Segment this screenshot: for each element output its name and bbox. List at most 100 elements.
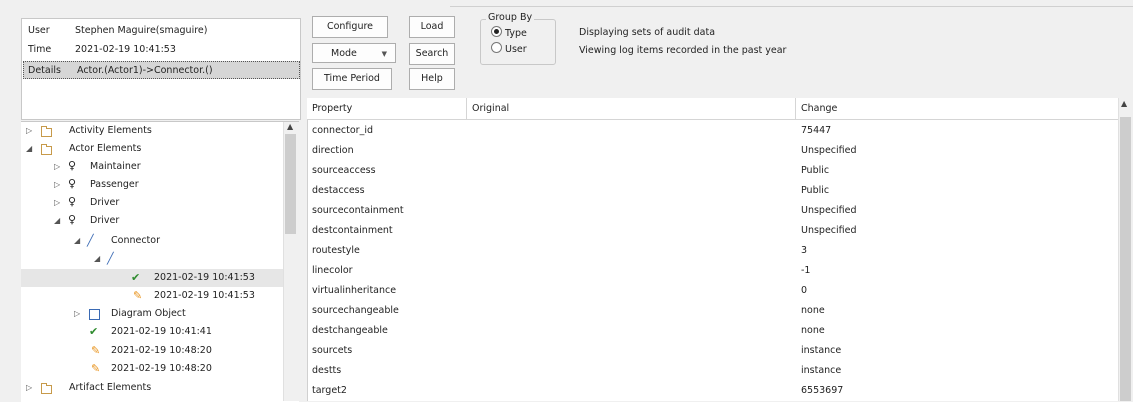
grid-scroll-thumb[interactable] (1120, 117, 1131, 401)
tree-item-label: Activity Elements (69, 125, 152, 136)
property-cell: destaccess (312, 185, 365, 196)
pencil-icon: ✎ (133, 289, 143, 302)
scroll-up-icon[interactable]: ▲ (1121, 99, 1127, 108)
info-user-row: User Stephen Maguire(smaguire) (22, 22, 300, 40)
change-cell: Unspecified (801, 145, 857, 156)
load-button[interactable]: Load (409, 16, 455, 38)
property-cell: routestyle (312, 245, 360, 256)
table-row[interactable]: sourceaccess Public (307, 161, 1118, 181)
user-option-label: User (505, 44, 527, 55)
table-row[interactable]: connector_id 75447 (307, 121, 1118, 141)
actor-icon: ♀ (68, 195, 77, 208)
property-cell: sourcets (312, 345, 353, 356)
search-button[interactable]: Search (409, 43, 455, 65)
tree-item[interactable]: ◢ Actor Elements (21, 140, 283, 158)
tree-item[interactable]: ✎ 2021-02-19 10:48:20 (21, 342, 283, 360)
change-cell: Public (801, 165, 830, 176)
mode-dropdown[interactable]: Mode ▼ (312, 43, 396, 63)
configure-button[interactable]: Configure (312, 16, 388, 38)
property-cell: virtualinheritance (312, 285, 397, 296)
table-row[interactable]: sourcecontainment Unspecified (307, 201, 1118, 221)
property-cell: destts (312, 365, 342, 376)
table-row[interactable]: virtualinheritance 0 (307, 281, 1118, 301)
radio-selected-icon (491, 26, 502, 37)
change-cell: none (801, 325, 825, 336)
expand-icon: ▷ (54, 198, 61, 207)
property-cell: sourceaccess (312, 165, 376, 176)
info-details-row[interactable]: Details Actor.(Actor1)->Connector.() (23, 61, 300, 79)
checkmark-icon: ✔ (131, 271, 141, 284)
expand-icon: ▷ (54, 162, 61, 171)
tree-item[interactable]: ◢ ╱ (21, 250, 283, 268)
table-row[interactable]: direction Unspecified (307, 141, 1118, 161)
tree-item[interactable]: ▷ ♀ Maintainer (21, 158, 283, 176)
change-cell: instance (801, 345, 842, 356)
collapse-icon: ◢ (94, 254, 101, 263)
group-by-title: Group By (486, 12, 535, 23)
time-value: 2021-02-19 10:41:53 (75, 44, 176, 55)
time-period-button[interactable]: Time Period (312, 68, 392, 90)
table-row[interactable]: sourcechangeable none (307, 301, 1118, 321)
actor-icon: ♀ (68, 213, 77, 226)
column-header-property[interactable]: Property (307, 98, 467, 119)
mode-label: Mode (331, 48, 357, 59)
property-cell: direction (312, 145, 354, 156)
table-row[interactable]: sourcets instance (307, 341, 1118, 361)
change-cell: 0 (801, 285, 808, 296)
table-row[interactable]: target2 6553697 (307, 381, 1118, 401)
change-cell: Unspecified (801, 225, 857, 236)
group-by-user-radio[interactable]: User (491, 42, 527, 55)
table-row[interactable]: destchangeable none (307, 321, 1118, 341)
tree-item-label: Driver (90, 197, 120, 208)
type-label: Type (505, 28, 527, 39)
collapse-icon: ◢ (54, 216, 61, 225)
time-label: Time (28, 44, 52, 55)
tree-item[interactable]: ▷ Diagram Object (21, 305, 283, 323)
change-cell: 75447 (801, 125, 832, 136)
user-value: Stephen Maguire(smaguire) (75, 25, 208, 36)
tree-item[interactable]: ✎ 2021-02-19 10:48:20 (21, 360, 283, 378)
tree-item-label: 2021-02-19 10:41:53 (154, 290, 255, 301)
table-row[interactable]: destcontainment Unspecified (307, 221, 1118, 241)
tree-item-label: Connector (111, 235, 160, 246)
tree-item[interactable]: ✎ 2021-02-19 10:41:53 (21, 287, 283, 305)
property-cell: target2 (312, 385, 347, 396)
tree-item-label: Driver (90, 215, 120, 226)
column-header-original[interactable]: Original (467, 98, 796, 119)
tree-scroll-thumb[interactable] (285, 134, 296, 234)
expand-icon: ▷ (74, 309, 81, 318)
change-cell: Public (801, 185, 830, 196)
table-row[interactable]: destaccess Public (307, 181, 1118, 201)
table-row[interactable]: routestyle 3 (307, 241, 1118, 261)
tree-item[interactable]: ▷ ♀ Driver (21, 194, 283, 212)
column-header-change[interactable]: Change (796, 98, 1118, 119)
tree-item[interactable]: ✔ 2021-02-19 10:41:41 (21, 323, 283, 341)
table-row[interactable]: linecolor -1 (307, 261, 1118, 281)
change-cell: instance (801, 365, 842, 376)
folder-icon (41, 126, 52, 137)
tree-item[interactable]: ▷ Artifact Elements (21, 379, 283, 397)
tree-item-label: 2021-02-19 10:41:41 (111, 326, 212, 337)
tree-item[interactable]: ✔ 2021-02-19 10:41:53 (21, 269, 283, 287)
pencil-icon: ✎ (91, 362, 101, 375)
change-cell: Unspecified (801, 205, 857, 216)
group-by-type-radio[interactable]: Type (491, 26, 527, 39)
help-button[interactable]: Help (409, 68, 455, 90)
user-label: User (28, 25, 50, 36)
table-row[interactable]: destts instance (307, 361, 1118, 381)
tree-item[interactable]: ▷ ♀ Passenger (21, 176, 283, 194)
tree-item-label: Actor Elements (69, 143, 142, 154)
tree-item[interactable]: ◢ ♀ Driver (21, 212, 283, 230)
tree-item-label: Passenger (90, 179, 139, 190)
tree-item[interactable]: ▷ Activity Elements (21, 122, 283, 140)
expand-icon: ▷ (54, 180, 61, 189)
actor-icon: ♀ (68, 159, 77, 172)
connector-icon: ╱ (107, 252, 114, 265)
folder-icon (41, 144, 52, 155)
tree-item-label: Diagram Object (111, 308, 186, 319)
connector-icon: ╱ (87, 234, 94, 247)
tree-item[interactable]: ◢ ╱ Connector (21, 232, 283, 250)
top-divider (450, 0, 1133, 7)
scroll-up-icon[interactable]: ▲ (287, 122, 293, 131)
info-time-row: Time 2021-02-19 10:41:53 (22, 41, 300, 59)
